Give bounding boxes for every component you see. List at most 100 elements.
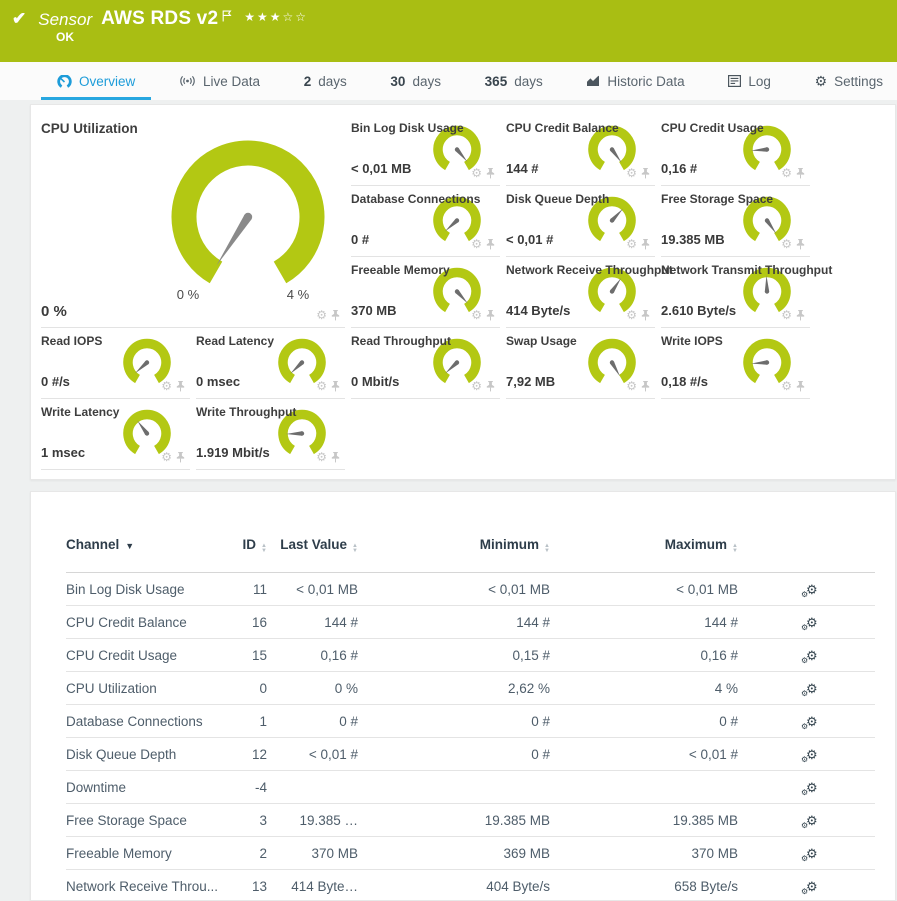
gauge-settings-icon[interactable]: ⚙ xyxy=(781,238,792,250)
cell-settings: ⚙⚙ xyxy=(738,648,875,663)
gauge-settings-icon[interactable]: ⚙ xyxy=(316,380,327,392)
tab-live-data[interactable]: Live Data xyxy=(177,62,262,100)
cell-id: 3 xyxy=(221,813,267,828)
gauge-settings-icon[interactable]: ⚙ xyxy=(626,167,637,179)
gauge-write-latency[interactable]: Write Latency 1 msec ⚙ xyxy=(41,399,190,470)
pin-icon[interactable] xyxy=(486,168,495,179)
pin-icon[interactable] xyxy=(796,239,805,250)
column-header-maximum[interactable]: Maximum▲▼ xyxy=(550,537,738,564)
column-header-channel[interactable]: Channel▼ xyxy=(66,537,221,564)
gauge-settings-icon[interactable]: ⚙ xyxy=(781,380,792,392)
pin-icon[interactable] xyxy=(486,239,495,250)
gauge-network-transmit-throughput[interactable]: Network Transmit Throughput 2.610 Byte/s… xyxy=(661,257,810,328)
table-row-bin-log-disk-usage: Bin Log Disk Usage 11 < 0,01 MB < 0,01 M… xyxy=(66,573,875,606)
gauge-actions: ⚙ xyxy=(626,238,650,250)
cell-last-value: 414 Byte… xyxy=(267,879,358,894)
pin-icon[interactable] xyxy=(641,168,650,179)
channel-settings-icon[interactable]: ⚙⚙ xyxy=(806,879,818,894)
gauge-title: Swap Usage xyxy=(506,334,655,348)
cell-channel: CPU Utilization xyxy=(66,681,221,696)
tab-label: Log xyxy=(748,74,771,89)
gauge-cpu-credit-usage[interactable]: CPU Credit Usage 0,16 # ⚙ xyxy=(661,115,810,186)
column-header-id[interactable]: ID▲▼ xyxy=(221,537,267,564)
tab-label: days xyxy=(412,74,441,89)
pin-icon[interactable] xyxy=(796,168,805,179)
column-label: Channel xyxy=(66,537,119,552)
gauge-settings-icon[interactable]: ⚙ xyxy=(626,238,637,250)
gauge-read-latency[interactable]: Read Latency 0 msec ⚙ xyxy=(196,328,345,399)
gauge-value: 414 Byte/s xyxy=(506,303,570,318)
pin-icon[interactable] xyxy=(331,452,340,463)
cell-settings: ⚙⚙ xyxy=(738,582,875,597)
channel-settings-icon[interactable]: ⚙⚙ xyxy=(806,615,818,630)
gauge-settings-icon[interactable]: ⚙ xyxy=(471,167,482,179)
gauge-freeable-memory[interactable]: Freeable Memory 370 MB ⚙ xyxy=(351,257,500,328)
pin-icon[interactable] xyxy=(176,452,185,463)
gauge-read-throughput[interactable]: Read Throughput 0 Mbit/s ⚙ xyxy=(351,328,500,399)
pin-icon[interactable] xyxy=(486,310,495,321)
pin-icon[interactable] xyxy=(796,381,805,392)
gauge-write-throughput[interactable]: Write Throughput 1.919 Mbit/s ⚙ xyxy=(196,399,345,470)
gauge-settings-icon[interactable]: ⚙ xyxy=(161,451,172,463)
tab-log[interactable]: Log xyxy=(726,62,773,100)
pin-icon[interactable] xyxy=(331,310,340,321)
gauge-settings-icon[interactable]: ⚙ xyxy=(471,380,482,392)
gauge-value: 0 # xyxy=(351,232,369,247)
channel-settings-icon[interactable]: ⚙⚙ xyxy=(806,813,818,828)
gauge-read-iops[interactable]: Read IOPS 0 #/s ⚙ xyxy=(41,328,190,399)
tab-365-days[interactable]: 365days xyxy=(483,62,545,100)
gauge-settings-icon[interactable]: ⚙ xyxy=(316,451,327,463)
cell-minimum: 369 MB xyxy=(358,846,550,861)
pin-icon[interactable] xyxy=(331,381,340,392)
gauge-swap-usage[interactable]: Swap Usage 7,92 MB ⚙ xyxy=(506,328,655,399)
gauge-title: Write IOPS xyxy=(661,334,810,348)
channel-settings-icon[interactable]: ⚙⚙ xyxy=(806,648,818,663)
flag-icon[interactable] xyxy=(222,9,232,27)
pin-icon[interactable] xyxy=(641,381,650,392)
gauge-settings-icon[interactable]: ⚙ xyxy=(161,380,172,392)
cell-last-value: < 0,01 MB xyxy=(267,582,358,597)
channel-settings-icon[interactable]: ⚙⚙ xyxy=(806,681,818,696)
gauge-settings-icon[interactable]: ⚙ xyxy=(781,309,792,321)
gauge-value: < 0,01 # xyxy=(506,232,553,247)
column-header-minimum[interactable]: Minimum▲▼ xyxy=(358,537,550,564)
gauge-actions: ⚙ xyxy=(781,380,805,392)
pin-icon[interactable] xyxy=(641,239,650,250)
tab-overview[interactable]: Overview xyxy=(55,62,137,100)
channel-settings-icon[interactable]: ⚙⚙ xyxy=(806,780,818,795)
tab-settings[interactable]: ⚙Settings xyxy=(813,62,885,100)
pin-icon[interactable] xyxy=(176,381,185,392)
pin-icon[interactable] xyxy=(486,381,495,392)
pin-icon[interactable] xyxy=(641,310,650,321)
gauge-settings-icon[interactable]: ⚙ xyxy=(781,167,792,179)
gauge-actions: ⚙ xyxy=(626,380,650,392)
gauge-cpu-utilization[interactable]: CPU Utilization 0 % 4 % 0 % ⚙ xyxy=(41,115,345,328)
channel-settings-icon[interactable]: ⚙⚙ xyxy=(806,846,818,861)
cell-minimum: 404 Byte/s xyxy=(358,879,550,894)
content-area: CPU Utilization 0 % 4 % 0 % ⚙ Bin Log Di… xyxy=(0,100,897,901)
pin-icon[interactable] xyxy=(796,310,805,321)
channel-settings-icon[interactable]: ⚙⚙ xyxy=(806,714,818,729)
gauge-bin-log-disk-usage[interactable]: Bin Log Disk Usage < 0,01 MB ⚙ xyxy=(351,115,500,186)
gauge-disk-queue-depth[interactable]: Disk Queue Depth < 0,01 # ⚙ xyxy=(506,186,655,257)
gauge-write-iops[interactable]: Write IOPS 0,18 #/s ⚙ xyxy=(661,328,810,399)
gauge-settings-icon[interactable]: ⚙ xyxy=(471,238,482,250)
gauge-title: Read IOPS xyxy=(41,334,190,348)
tab-30-days[interactable]: 30days xyxy=(388,62,443,100)
tab-label: Settings xyxy=(834,74,883,89)
gauge-cpu-credit-balance[interactable]: CPU Credit Balance 144 # ⚙ xyxy=(506,115,655,186)
tab-historic-data[interactable]: Historic Data xyxy=(584,62,686,100)
priority-stars[interactable]: ★★★☆☆ xyxy=(244,10,308,24)
channel-settings-icon[interactable]: ⚙⚙ xyxy=(806,582,818,597)
gauge-settings-icon[interactable]: ⚙ xyxy=(316,309,327,321)
gauge-settings-icon[interactable]: ⚙ xyxy=(626,309,637,321)
gauge-network-receive-throughput[interactable]: Network Receive Throughput 414 Byte/s ⚙ xyxy=(506,257,655,328)
gauge-scale-max: 4 % xyxy=(287,287,309,302)
gauge-settings-icon[interactable]: ⚙ xyxy=(626,380,637,392)
column-header-last-value[interactable]: Last Value▲▼ xyxy=(267,537,358,564)
gauge-settings-icon[interactable]: ⚙ xyxy=(471,309,482,321)
tab-2-days[interactable]: 2days xyxy=(302,62,349,100)
gauge-free-storage-space[interactable]: Free Storage Space 19.385 MB ⚙ xyxy=(661,186,810,257)
gauge-database-connections[interactable]: Database Connections 0 # ⚙ xyxy=(351,186,500,257)
channel-settings-icon[interactable]: ⚙⚙ xyxy=(806,747,818,762)
